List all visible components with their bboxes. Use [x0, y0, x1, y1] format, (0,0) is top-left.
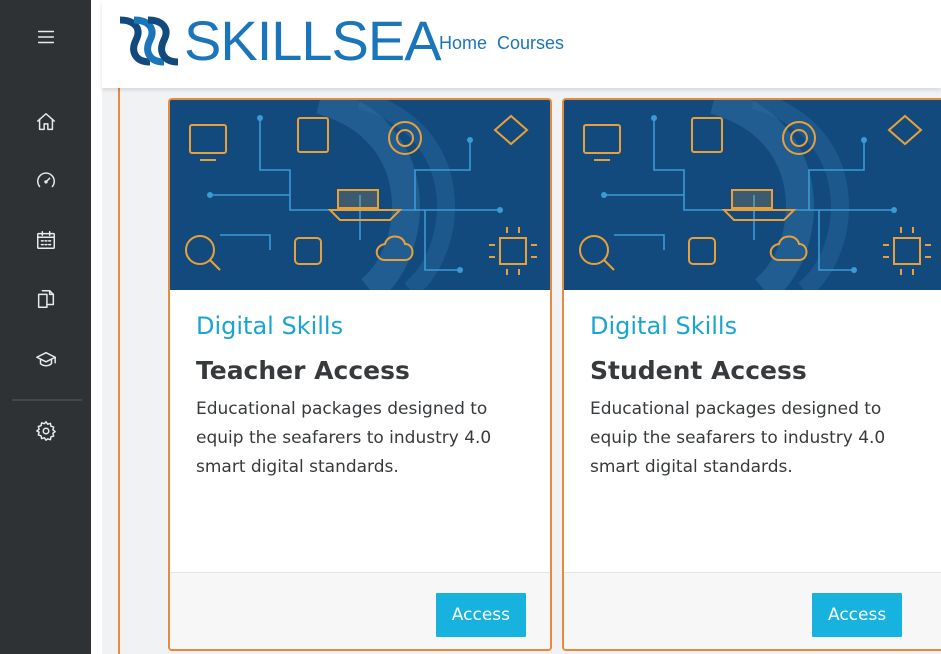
- calendar-icon: [36, 231, 55, 249]
- course-card-image: [170, 100, 550, 290]
- card-footer: Access: [170, 572, 550, 649]
- card-category: Digital Skills: [196, 312, 344, 340]
- rail-item-site-admin[interactable]: [0, 409, 91, 453]
- primary-navigation: Home Courses: [439, 33, 564, 54]
- nav-drawer-rail: [0, 0, 91, 654]
- skillsea-logo-mark-icon: [119, 16, 179, 66]
- rail-item-content-bank[interactable]: [0, 277, 91, 321]
- main-content: Digital Skills Teacher Access Educationa…: [102, 88, 941, 654]
- rail-item-home[interactable]: [0, 100, 91, 144]
- card-title: Student Access: [590, 356, 807, 385]
- rail-divider: [12, 399, 82, 401]
- access-button-teacher[interactable]: Access: [435, 593, 526, 637]
- card-body: Digital Skills Teacher Access Educationa…: [170, 290, 550, 482]
- card-title: Teacher Access: [196, 356, 410, 385]
- home-icon: [36, 113, 55, 131]
- site-logo[interactable]: SKILLSEA: [114, 6, 442, 76]
- digital-circuit-illustration-icon: [170, 100, 550, 290]
- top-navbar: SKILLSEA Home Courses: [102, 0, 941, 88]
- content-accent-line: [118, 88, 120, 654]
- rail-item-dashboard[interactable]: [0, 159, 91, 203]
- graduation-cap-icon: [35, 351, 56, 367]
- course-card-student: Digital Skills Student Access Educationa…: [562, 98, 941, 651]
- gutter: [91, 0, 102, 654]
- card-category: Digital Skills: [590, 312, 738, 340]
- digital-circuit-illustration-icon: [564, 100, 941, 290]
- files-icon: [37, 290, 54, 308]
- menu-toggle-button[interactable]: [0, 15, 91, 59]
- rail-item-calendar[interactable]: [0, 218, 91, 262]
- dashboard-icon: [36, 172, 55, 188]
- card-body: Digital Skills Student Access Educationa…: [564, 290, 941, 482]
- menu-icon: [37, 30, 54, 44]
- gear-icon: [35, 421, 56, 441]
- course-card-teacher: Digital Skills Teacher Access Educationa…: [168, 98, 552, 651]
- course-card-image: [564, 100, 941, 290]
- logo-text: SKILLSEA: [184, 9, 442, 72]
- card-footer: Access: [564, 572, 941, 649]
- access-button-student[interactable]: Access: [812, 593, 903, 637]
- card-description: Educational packages designed to equip t…: [590, 399, 886, 477]
- nav-link-courses[interactable]: Courses: [497, 33, 564, 54]
- rail-item-my-courses[interactable]: [0, 338, 91, 382]
- card-description: Educational packages designed to equip t…: [196, 399, 492, 477]
- nav-link-home[interactable]: Home: [439, 33, 487, 54]
